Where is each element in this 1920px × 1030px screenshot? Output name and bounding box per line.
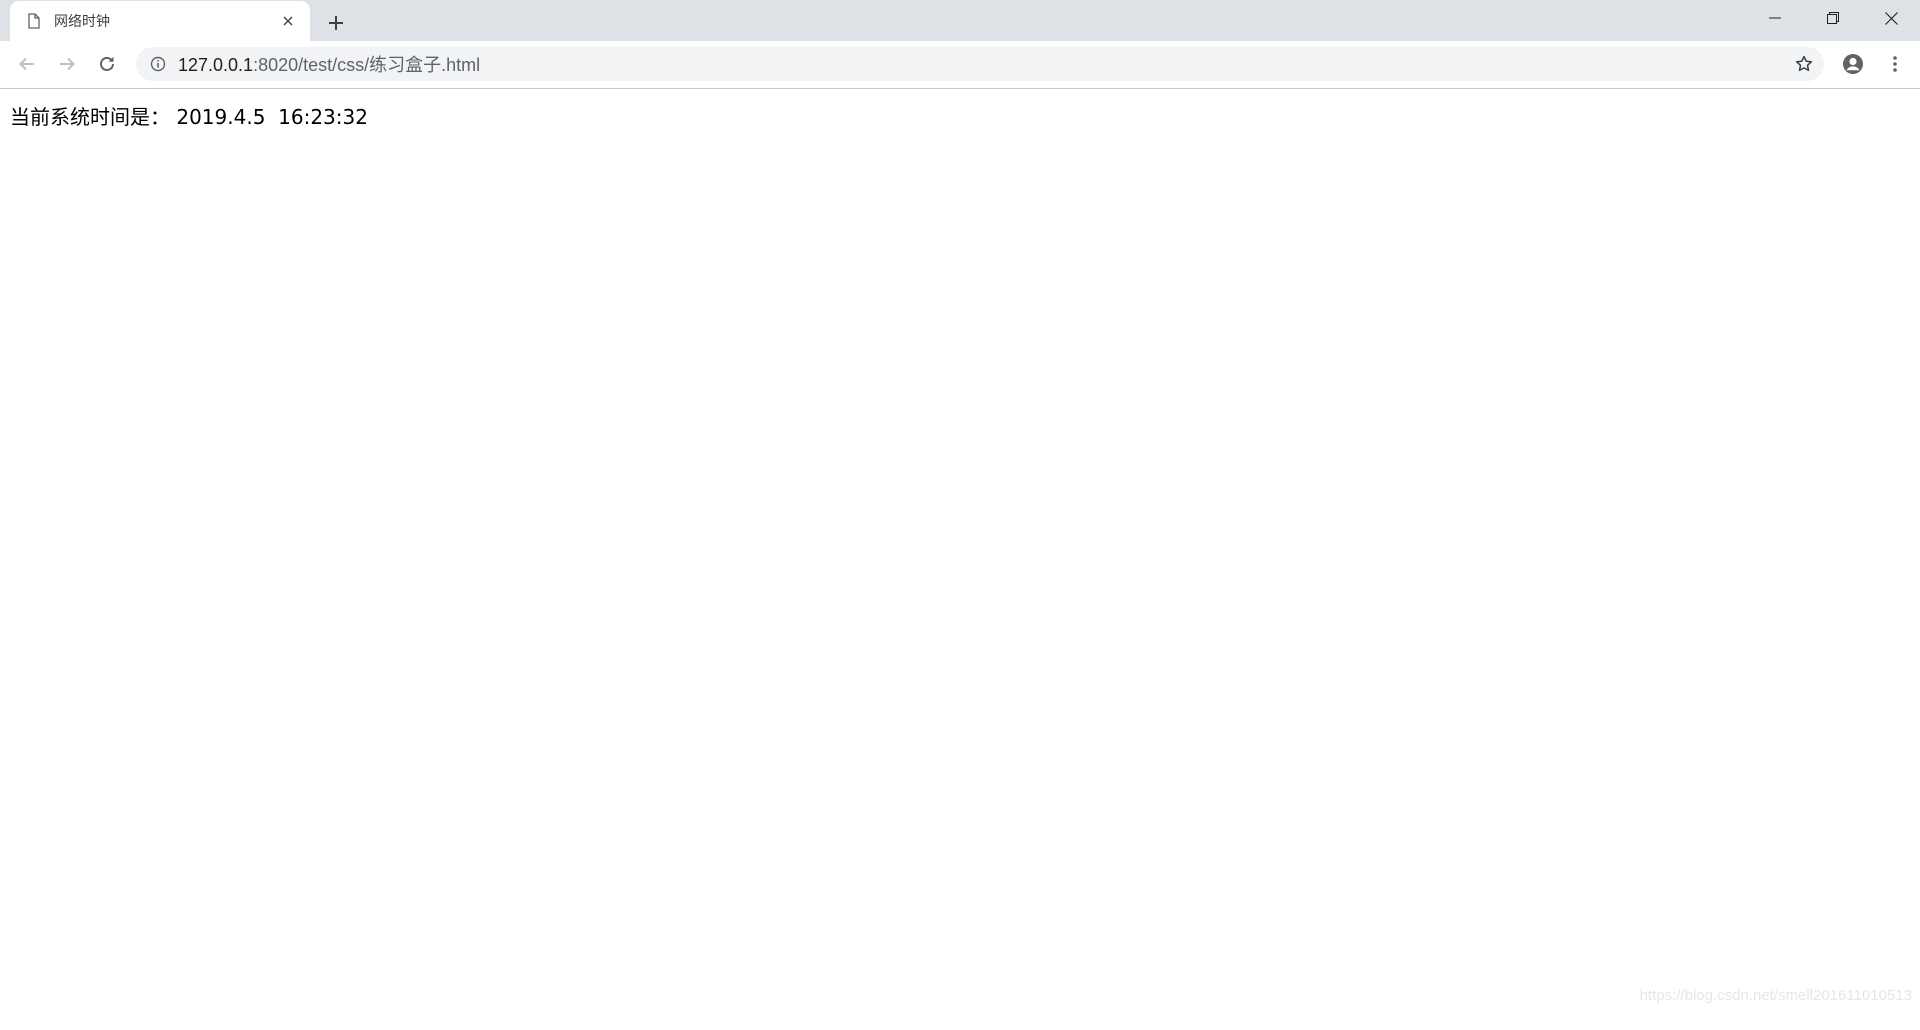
file-icon: [26, 13, 42, 29]
info-icon[interactable]: [150, 56, 166, 72]
restore-button[interactable]: [1804, 0, 1862, 36]
page-content: 当前系统时间是： 2019.4.5 16:23:32 https://blog.…: [0, 89, 1920, 1030]
back-button[interactable]: [10, 47, 44, 81]
clock-date: 2019.4.5: [176, 105, 266, 129]
bookmark-star-icon[interactable]: [1794, 54, 1814, 74]
reload-button[interactable]: [90, 47, 124, 81]
arrow-left-icon: [19, 57, 34, 71]
clock-time: 16:23:32: [278, 105, 368, 129]
restore-icon: [1827, 12, 1839, 24]
clock-line: 当前系统时间是： 2019.4.5 16:23:32: [10, 101, 368, 130]
reload-icon: [100, 56, 114, 71]
arrow-right-icon: [60, 57, 75, 71]
browser-tab[interactable]: 网络时钟: [10, 1, 310, 41]
tab-close-icon[interactable]: [278, 11, 298, 31]
clock-label: 当前系统时间是：: [10, 105, 170, 129]
close-window-button[interactable]: [1862, 0, 1920, 36]
menu-button[interactable]: [1880, 49, 1910, 79]
browser-toolbar: 127.0.0.1:8020/test/css/练习盒子.html: [0, 41, 1920, 89]
minimize-icon: [1769, 17, 1781, 19]
profile-button[interactable]: [1838, 49, 1868, 79]
tab-title: 网络时钟: [54, 13, 110, 29]
url-text[interactable]: 127.0.0.1:8020/test/css/练习盒子.html: [178, 51, 480, 77]
tab-strip: 网络时钟: [0, 0, 1920, 41]
url-host: 127.0.0.1: [178, 55, 254, 75]
new-tab-button[interactable]: [322, 9, 350, 37]
plus-icon: [329, 16, 343, 30]
address-bar[interactable]: 127.0.0.1:8020/test/css/练习盒子.html: [136, 47, 1824, 81]
close-icon: [1884, 11, 1898, 25]
account-icon: [1843, 54, 1863, 74]
more-vert-icon: [1893, 56, 1897, 72]
window-controls: [1746, 0, 1920, 36]
minimize-button[interactable]: [1746, 0, 1804, 36]
url-path: :8020/test/css/练习盒子.html: [253, 55, 481, 75]
forward-button[interactable]: [50, 47, 84, 81]
watermark: https://blog.csdn.net/smell201611010513: [1639, 987, 1912, 1004]
